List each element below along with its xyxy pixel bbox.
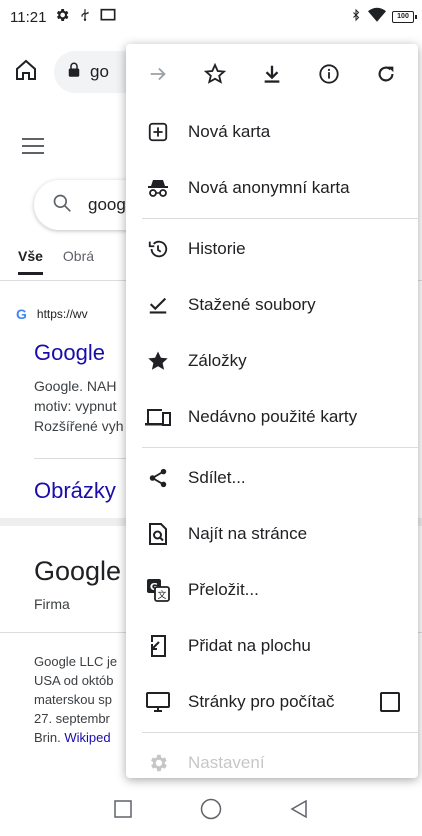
menu-item-desktop-site[interactable]: Stránky pro počítač bbox=[126, 674, 418, 730]
refresh-icon[interactable] bbox=[366, 54, 406, 94]
menu-item-label: Nedávno použité karty bbox=[188, 407, 358, 426]
menu-item-add-to-home[interactable]: Přidat na plochu bbox=[126, 618, 418, 674]
menu-item-new-tab[interactable]: Nová karta bbox=[126, 104, 418, 160]
menu-item-incognito[interactable]: Nová anonymní karta bbox=[126, 160, 418, 216]
images-sitelink[interactable]: Obrázky bbox=[34, 478, 116, 504]
download-icon[interactable] bbox=[252, 54, 292, 94]
find-in-page-icon bbox=[144, 520, 172, 548]
menu-item-label: Záložky bbox=[188, 351, 247, 370]
settings-icon bbox=[144, 749, 172, 777]
desktop-site-checkbox[interactable] bbox=[380, 692, 400, 712]
knowledge-panel-description: Google LLC je USA od októb materskou sp … bbox=[34, 652, 126, 747]
star-outline-icon[interactable] bbox=[195, 54, 235, 94]
desc-line: materskou sp bbox=[34, 692, 113, 707]
history-icon bbox=[144, 235, 172, 263]
desc-line: Google LLC je bbox=[34, 654, 118, 669]
menu-item-downloads[interactable]: Stažené soubory bbox=[126, 277, 418, 333]
downloads-icon bbox=[144, 291, 172, 319]
menu-item-label: Historie bbox=[188, 239, 246, 258]
menu-item-bookmarks[interactable]: Záložky bbox=[126, 333, 418, 389]
incognito-icon bbox=[144, 174, 172, 202]
add-to-home-icon bbox=[144, 632, 172, 660]
bluetooth-icon bbox=[350, 7, 362, 27]
lock-icon bbox=[68, 62, 80, 83]
hamburger-menu-icon[interactable] bbox=[22, 138, 44, 159]
tab-images[interactable]: Obrá bbox=[63, 248, 94, 275]
recents-icon[interactable] bbox=[114, 799, 132, 823]
menu-item-label: Stažené soubory bbox=[188, 295, 316, 314]
menu-item-label: Najít na stránce bbox=[188, 524, 308, 543]
forward-icon[interactable] bbox=[138, 54, 178, 94]
menu-item-label: Nová anonymní karta bbox=[188, 178, 350, 197]
knowledge-panel-type: Firma bbox=[34, 596, 70, 612]
menu-item-translate[interactable]: G文 Přeložit... bbox=[126, 562, 418, 618]
home-button-icon[interactable] bbox=[200, 798, 222, 825]
wikipedia-link[interactable]: Wikiped bbox=[64, 730, 110, 745]
snippet-line: motiv: vypnut bbox=[34, 398, 117, 414]
status-time: 11:21 bbox=[10, 8, 47, 26]
sitelink-divider bbox=[34, 458, 134, 459]
desc-last-text: Brin. bbox=[34, 730, 61, 745]
new-tab-icon bbox=[144, 118, 172, 146]
translate-icon: G文 bbox=[144, 576, 172, 604]
menu-item-recent-tabs[interactable]: Nedávno použité karty bbox=[126, 389, 418, 445]
desc-line: USA od októb bbox=[34, 673, 114, 688]
result-source: G https://wv bbox=[16, 306, 88, 322]
google-favicon-icon: G bbox=[16, 306, 27, 322]
url-text: go bbox=[90, 62, 109, 81]
menu-separator bbox=[142, 447, 418, 448]
desc-line: 27. septembr bbox=[34, 711, 110, 726]
chrome-overflow-menu: Nová karta Nová anonymní karta Historie … bbox=[126, 44, 418, 778]
search-query: goog bbox=[88, 195, 126, 214]
wifi-icon bbox=[368, 7, 386, 27]
menu-item-label: Nastavení bbox=[188, 753, 265, 772]
android-nav-bar bbox=[0, 786, 422, 836]
snippet-line: Rozšířené vyh bbox=[34, 418, 124, 434]
desktop-icon bbox=[144, 688, 172, 716]
menu-item-label: Přidat na plochu bbox=[188, 636, 311, 655]
knowledge-panel-title: Google bbox=[34, 556, 122, 586]
share-icon bbox=[144, 464, 172, 492]
menu-item-share[interactable]: Sdílet... bbox=[126, 450, 418, 506]
result-url: https://wv bbox=[36, 307, 88, 321]
screen-status-icon bbox=[100, 8, 116, 26]
menu-separator bbox=[142, 218, 418, 219]
menu-item-history[interactable]: Historie bbox=[126, 221, 418, 277]
info-icon[interactable] bbox=[309, 54, 349, 94]
svg-text:文: 文 bbox=[157, 589, 166, 601]
result-snippet: Google. NAH motiv: vypnut Rozšířené vyh bbox=[34, 376, 124, 436]
menu-item-settings[interactable]: Nastavení bbox=[126, 735, 418, 778]
menu-item-find-in-page[interactable]: Najít na stránce bbox=[126, 506, 418, 562]
result-title-link[interactable]: Google bbox=[34, 340, 105, 366]
desc-line: Brin. Wikiped bbox=[34, 728, 126, 747]
recent-tabs-icon bbox=[144, 403, 172, 431]
menu-item-label: Nová karta bbox=[188, 122, 271, 141]
menu-icon-row bbox=[126, 44, 418, 104]
search-tabs: Vše Obrá bbox=[18, 248, 94, 275]
menu-item-label: Sdílet... bbox=[188, 468, 246, 487]
menu-separator bbox=[142, 732, 418, 733]
back-icon[interactable] bbox=[290, 799, 308, 824]
menu-item-label: Stránky pro počítač bbox=[188, 692, 335, 711]
bookmarks-icon bbox=[144, 347, 172, 375]
snippet-line: Google. NAH bbox=[34, 378, 117, 394]
settings-status-icon bbox=[54, 7, 70, 27]
search-icon bbox=[52, 193, 72, 218]
usb-status-icon bbox=[78, 7, 92, 27]
battery-icon: 100 bbox=[392, 11, 417, 23]
status-bar: 11:21 100 bbox=[0, 0, 422, 34]
tab-all[interactable]: Vše bbox=[18, 248, 43, 275]
menu-item-label: Přeložit... bbox=[188, 580, 259, 599]
home-icon[interactable] bbox=[14, 58, 38, 87]
